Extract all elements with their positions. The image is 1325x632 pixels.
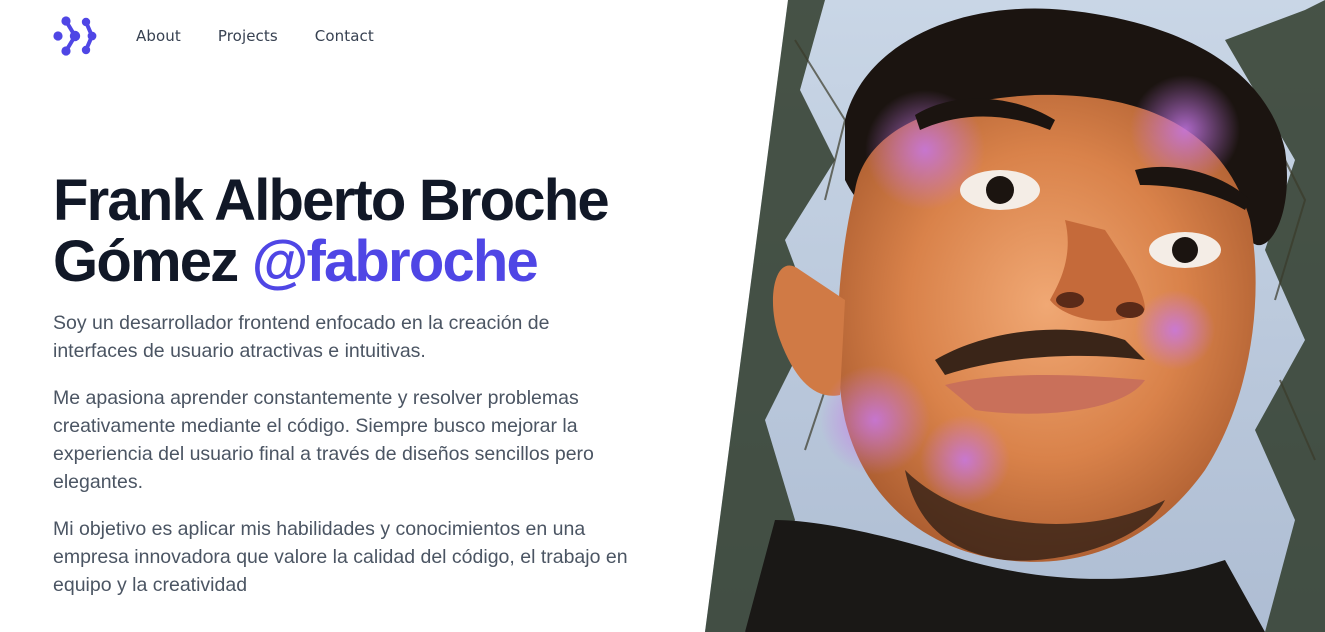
logo-icon[interactable] (53, 14, 97, 58)
hero-title-line2: Gómez (53, 229, 239, 294)
nav-links: About Projects Contact (136, 27, 374, 45)
portrait-photo (705, 0, 1325, 632)
intro-paragraph: Soy un desarrollador frontend enfocado e… (53, 312, 550, 362)
hero-title: Frank Alberto Broche Gómez @fabroche (53, 170, 693, 292)
nav-link-about[interactable]: About (136, 27, 181, 45)
hero-title-line1: Frank Alberto Broche (53, 168, 610, 233)
nav-link-contact[interactable]: Contact (315, 27, 374, 45)
hero-section: Frank Alberto Broche Gómez @fabroche Soy… (53, 170, 693, 599)
objective-paragraph: Mi objetivo es aplicar mis habilidades y… (53, 518, 628, 596)
main-nav: About Projects Contact (53, 14, 374, 58)
passion-paragraph: Me apasiona aprender constantemente y re… (53, 387, 594, 493)
nav-link-projects[interactable]: Projects (218, 27, 278, 45)
hero-handle: @fabroche (251, 229, 539, 294)
portrait-image (705, 0, 1325, 632)
